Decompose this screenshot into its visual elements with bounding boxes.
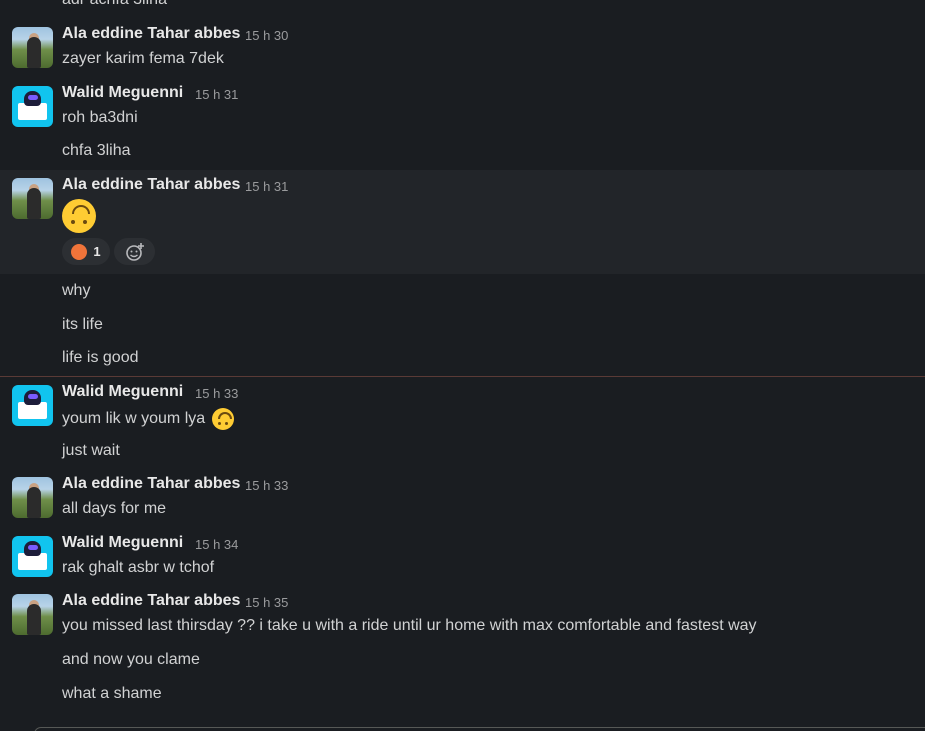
avatar[interactable] [12,385,53,426]
timestamp[interactable]: 15 h 30 [245,28,288,43]
timestamp[interactable]: 15 h 33 [245,478,288,493]
upside-down-face-emoji [211,408,234,430]
message-text: adr achfa 3liha [62,0,167,9]
author-name[interactable]: Ala eddine Tahar abbes [62,475,240,493]
message-text: zayer karim fema 7dek [62,50,224,67]
message-text: life is good [62,349,139,366]
author-name[interactable]: Walid Meguenni [62,383,183,401]
reaction-pill[interactable]: 1 [62,238,110,265]
message-text: what a shame [62,685,162,702]
avatar[interactable] [12,27,53,68]
avatar[interactable] [12,477,53,518]
message-text: you missed last thirsday ?? i take u wit… [62,617,757,634]
message-text: roh ba3dni [62,109,138,126]
add-reaction-icon [125,242,144,261]
author-name[interactable]: Ala eddine Tahar abbes [62,592,240,610]
message-list: adr achfa 3liha Ala eddine Tahar abbes 1… [0,0,925,731]
add-reaction-button[interactable] [114,238,155,265]
timestamp[interactable]: 15 h 31 [195,87,238,102]
author-name[interactable]: Ala eddine Tahar abbes [62,25,240,43]
message-text: why [62,282,91,299]
message-text: chfa 3liha [62,142,131,159]
message-text: just wait [62,442,120,459]
avatar[interactable] [12,178,53,219]
message-text: all days for me [62,500,167,517]
angry-face-emoji [71,243,88,260]
timestamp[interactable]: 15 h 33 [195,386,238,401]
timestamp[interactable]: 15 h 31 [245,179,288,194]
avatar[interactable] [12,594,53,635]
author-name[interactable]: Ala eddine Tahar abbes [62,176,240,194]
new-messages-divider [0,376,925,377]
author-name[interactable]: Walid Meguenni [62,84,183,102]
message-text: its life [62,316,103,333]
message-text: youm lik w youm lya [62,410,206,428]
avatar[interactable] [12,536,53,577]
message-line: youm lik w youm lya [62,408,234,430]
upside-down-face-emoji [62,199,96,233]
timestamp[interactable]: 15 h 35 [245,595,288,610]
message-composer[interactable] [34,727,925,731]
avatar[interactable] [12,86,53,127]
message-text: and now you clame [62,651,200,668]
author-name[interactable]: Walid Meguenni [62,534,183,552]
timestamp[interactable]: 15 h 34 [195,537,238,552]
reaction-count: 1 [93,244,101,259]
message-text: rak ghalt asbr w tchof [62,559,215,576]
